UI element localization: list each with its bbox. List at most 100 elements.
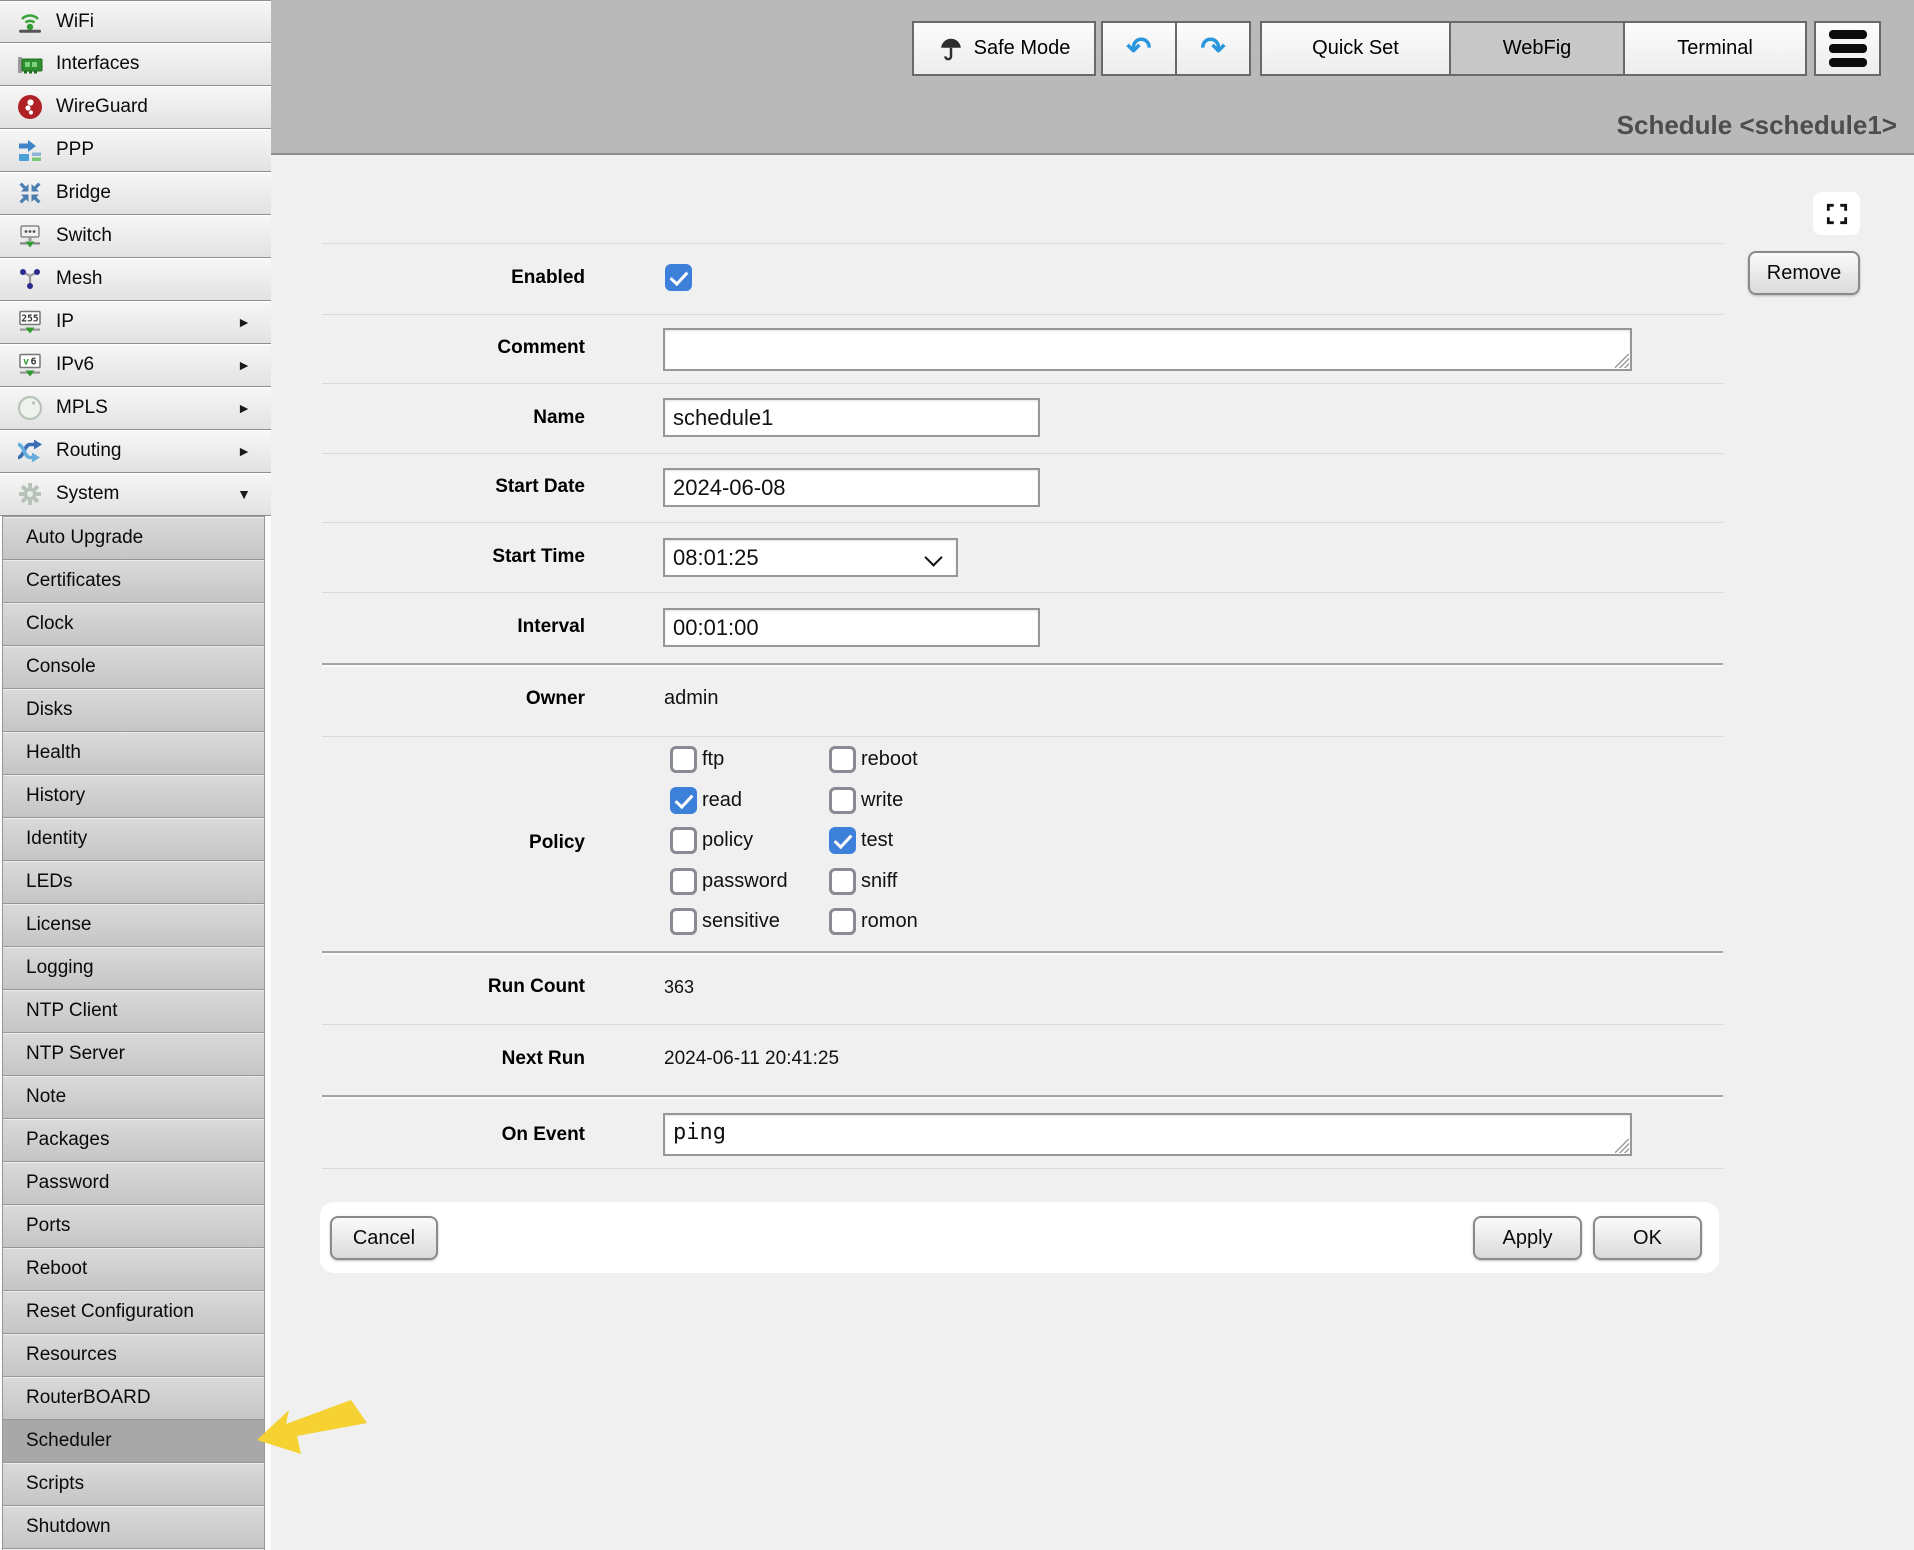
policy-option-label: reboot [861, 746, 918, 773]
policy-option-policy[interactable]: policy [665, 827, 824, 868]
safe-mode-button[interactable]: Safe Mode [912, 21, 1096, 76]
sidebar-item-history[interactable]: History [2, 774, 265, 817]
sidebar-item-wireguard[interactable]: WireGuard [0, 86, 271, 129]
policy-option-test[interactable]: test [824, 827, 1044, 868]
row-divider [322, 243, 1723, 244]
ip-icon: 255 [12, 307, 48, 337]
run-count-label: Run Count [290, 976, 585, 998]
sidebar-item-certificates[interactable]: Certificates [2, 559, 265, 602]
sidebar-item-ipv6[interactable]: v6 IPv6 ► [0, 344, 271, 387]
row-divider [322, 314, 1723, 315]
quick-set-label: Quick Set [1312, 37, 1399, 60]
sidebar-item-logging[interactable]: Logging [2, 946, 265, 989]
read-checkbox[interactable] [670, 787, 697, 814]
comment-field[interactable] [665, 330, 1630, 369]
comment-label: Comment [290, 337, 585, 359]
sidebar-item-packages[interactable]: Packages [2, 1118, 265, 1161]
sidebar: WiFi Interfaces WireGuard PPP Bridge [0, 0, 271, 1550]
romon-checkbox[interactable] [829, 908, 856, 935]
tab-terminal[interactable]: Terminal [1623, 21, 1807, 76]
interfaces-icon [12, 49, 48, 79]
write-checkbox[interactable] [829, 787, 856, 814]
svg-text:255: 255 [21, 314, 38, 325]
sidebar-item-resources[interactable]: Resources [2, 1333, 265, 1376]
sidebar-item-ports[interactable]: Ports [2, 1204, 265, 1247]
cancel-button[interactable]: Cancel [330, 1216, 438, 1260]
ok-button[interactable]: OK [1593, 1216, 1702, 1260]
sidebar-item-switch[interactable]: Switch [0, 215, 271, 258]
start-time-select[interactable]: 08:01:25 [663, 538, 958, 577]
sidebar-item-ntp-client[interactable]: NTP Client [2, 989, 265, 1032]
enabled-checkbox[interactable] [665, 264, 692, 291]
sidebar-item-wifi[interactable]: WiFi [0, 0, 271, 43]
name-field[interactable] [663, 398, 1040, 437]
sidebar-item-mesh[interactable]: Mesh [0, 258, 271, 301]
sidebar-item-license[interactable]: License [2, 903, 265, 946]
sidebar-item-password[interactable]: Password [2, 1161, 265, 1204]
password-checkbox[interactable] [670, 868, 697, 895]
sidebar-item-clock[interactable]: Clock [2, 602, 265, 645]
run-count-value: 363 [664, 977, 694, 998]
sidebar-item-label: IP [56, 311, 74, 333]
submenu-expand-arrow: ► [237, 314, 251, 330]
hamburger-menu-icon [1829, 30, 1867, 67]
policy-option-sniff[interactable]: sniff [824, 868, 1044, 909]
wifi-icon [12, 7, 48, 37]
sidebar-item-mpls[interactable]: MPLS ► [0, 387, 271, 430]
sidebar-item-interfaces[interactable]: Interfaces [0, 43, 271, 86]
policy-option-password[interactable]: password [665, 868, 824, 909]
sidebar-item-health[interactable]: Health [2, 731, 265, 774]
sidebar-item-routerboard[interactable]: RouterBOARD [2, 1376, 265, 1419]
undo-button[interactable]: ↶ [1101, 21, 1177, 76]
policy-option-reboot[interactable]: reboot [824, 746, 1044, 787]
interval-field[interactable] [663, 608, 1040, 647]
tab-webfig[interactable]: WebFig [1449, 21, 1625, 76]
sidebar-item-ntp-server[interactable]: NTP Server [2, 1032, 265, 1075]
row-divider [322, 1024, 1723, 1025]
sidebar-item-system[interactable]: System ▼ [0, 473, 271, 516]
switch-icon [12, 221, 48, 251]
on-event-field[interactable]: ping [665, 1115, 1630, 1154]
comment-field-wrap [663, 328, 1632, 371]
policy-option-sensitive[interactable]: sensitive [665, 908, 824, 949]
sidebar-item-auto-upgrade[interactable]: Auto Upgrade [2, 516, 265, 559]
reboot-checkbox[interactable] [829, 746, 856, 773]
undo-arrow-icon: ↶ [1126, 34, 1151, 64]
policy-option-ftp[interactable]: ftp [665, 746, 824, 787]
sidebar-item-reboot[interactable]: Reboot [2, 1247, 265, 1290]
sidebar-item-ip[interactable]: 255 IP ► [0, 301, 271, 344]
redo-button[interactable]: ↷ [1175, 21, 1251, 76]
on-event-label: On Event [290, 1124, 585, 1146]
policy-option-read[interactable]: read [665, 787, 824, 828]
sidebar-item-disks[interactable]: Disks [2, 688, 265, 731]
svg-text:v: v [23, 357, 29, 368]
sidebar-item-ppp[interactable]: PPP [0, 129, 271, 172]
expand-button[interactable] [1813, 192, 1860, 235]
remove-button[interactable]: Remove [1748, 251, 1860, 295]
sidebar-item-console[interactable]: Console [2, 645, 265, 688]
policy-option-romon[interactable]: romon [824, 908, 1044, 949]
sidebar-item-leds[interactable]: LEDs [2, 860, 265, 903]
policy-option-write[interactable]: write [824, 787, 1044, 828]
sidebar-item-identity[interactable]: Identity [2, 817, 265, 860]
sidebar-item-reset-configuration[interactable]: Reset Configuration [2, 1290, 265, 1333]
policy-checkbox[interactable] [670, 827, 697, 854]
ftp-checkbox[interactable] [670, 746, 697, 773]
sidebar-item-bridge[interactable]: Bridge [0, 172, 271, 215]
start-date-field[interactable] [663, 468, 1040, 507]
sidebar-item-routing[interactable]: Routing ► [0, 430, 271, 473]
sidebar-item-note[interactable]: Note [2, 1075, 265, 1118]
apply-button[interactable]: Apply [1473, 1216, 1582, 1260]
start-time-label: Start Time [290, 546, 585, 568]
name-label: Name [290, 407, 585, 429]
test-checkbox[interactable] [829, 827, 856, 854]
tab-quick-set[interactable]: Quick Set [1260, 21, 1451, 76]
main-menu-button[interactable] [1814, 21, 1881, 76]
sniff-checkbox[interactable] [829, 868, 856, 895]
sidebar-item-scheduler[interactable]: Scheduler [2, 1419, 265, 1462]
row-divider [322, 453, 1723, 454]
sensitive-checkbox[interactable] [670, 908, 697, 935]
sidebar-item-label: Mesh [56, 268, 102, 290]
sidebar-item-shutdown[interactable]: Shutdown [2, 1505, 265, 1548]
sidebar-item-scripts[interactable]: Scripts [2, 1462, 265, 1505]
